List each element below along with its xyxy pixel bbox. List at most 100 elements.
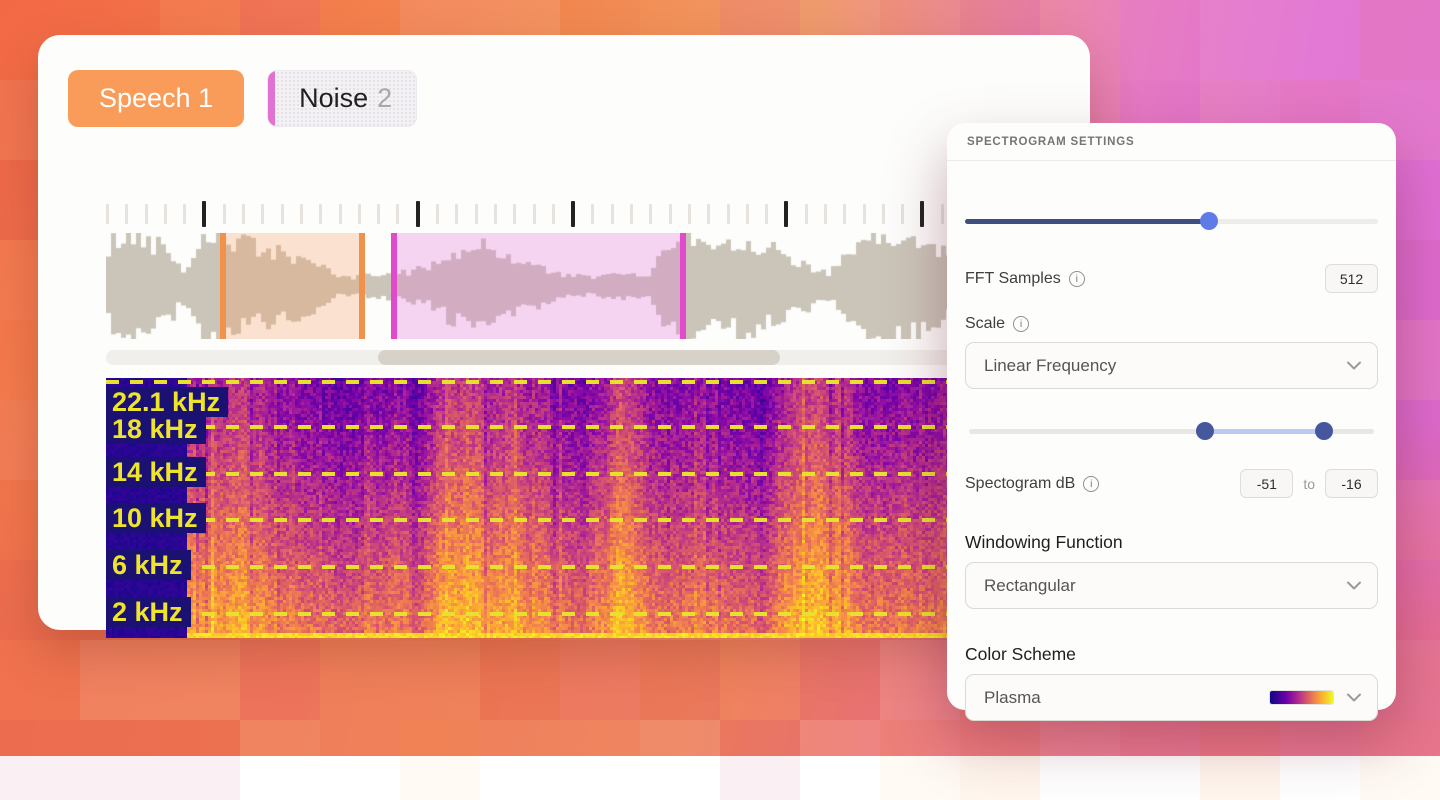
ruler-tick-minor — [319, 204, 322, 224]
audio-editor-card: Speech 1 Noise 2 22.1 kHz 18 kHz 14 kHz … — [38, 35, 1090, 630]
freq-dashline-22 — [106, 380, 983, 384]
db-range-handle-high[interactable] — [1315, 422, 1333, 440]
ruler-tick-minor — [765, 204, 768, 224]
ruler-tick-minor — [649, 204, 652, 224]
windowing-dropdown-value: Rectangular — [984, 576, 1347, 596]
ruler-tick-minor — [436, 204, 439, 224]
waveform-scrollbar-thumb[interactable] — [378, 350, 780, 365]
ruler-tick-minor — [513, 204, 516, 224]
chevron-down-icon — [1347, 693, 1361, 702]
ruler-tick-minor — [125, 204, 128, 224]
freq-dashline-10 — [106, 518, 983, 522]
scale-dropdown[interactable]: Linear Frequency — [965, 342, 1378, 389]
speech-chip-text: Speech 1 — [99, 83, 213, 114]
ruler-tick-minor — [475, 204, 478, 224]
fft-samples-row: FFT Samples i 512 — [965, 264, 1378, 293]
ruler-tick-minor — [223, 204, 226, 224]
chevron-down-icon — [1347, 581, 1361, 590]
freq-label-18khz: 18 kHz — [106, 414, 206, 444]
speech-region-overlay[interactable] — [220, 233, 365, 339]
ruler-tick-minor — [669, 204, 672, 224]
ruler-tick-minor — [455, 204, 458, 224]
freq-label-10khz: 10 kHz — [106, 503, 206, 533]
spectrogram-db-label: Spectogram dB i — [965, 475, 1099, 493]
ruler-tick-minor — [164, 204, 167, 224]
fft-samples-value[interactable]: 512 — [1325, 264, 1378, 293]
panel-body: FFT Samples i 512 Scale i Linear Frequen… — [947, 212, 1396, 721]
db-max-input[interactable]: -16 — [1325, 469, 1378, 498]
chevron-down-icon — [1347, 361, 1361, 370]
freq-dashline-6 — [106, 565, 983, 569]
ruler-tick-minor — [727, 204, 730, 224]
ruler-tick-minor — [358, 204, 361, 224]
spectrogram-db-row: Spectogram dB i -51 to -16 — [965, 469, 1378, 498]
scale-info-icon[interactable]: i — [1013, 316, 1029, 332]
zoom-slider-handle[interactable] — [1200, 212, 1218, 230]
ruler-tick-minor — [183, 204, 186, 224]
spectrogram-canvas — [106, 378, 983, 638]
ruler-tick-minor — [843, 204, 846, 224]
windowing-function-dropdown[interactable]: Rectangular — [965, 562, 1378, 609]
freq-dashline-2 — [106, 612, 983, 616]
scale-dropdown-value: Linear Frequency — [984, 356, 1347, 376]
plasma-gradient-swatch — [1270, 691, 1333, 704]
speech-label-chip[interactable]: Speech 1 — [68, 70, 244, 127]
ruler-tick-minor — [106, 204, 109, 224]
noise-region-overlay[interactable] — [391, 233, 686, 339]
ruler-tick-minor — [533, 204, 536, 224]
zoom-slider[interactable] — [965, 212, 1378, 230]
db-inputs: -51 to -16 — [1240, 469, 1378, 498]
ruler-tick-minor — [377, 204, 380, 224]
ruler-tick-major — [571, 201, 575, 227]
ruler-tick-minor — [281, 204, 284, 224]
fft-info-icon[interactable]: i — [1069, 271, 1085, 287]
ruler-tick-minor — [863, 204, 866, 224]
waveform-scrollbar-track[interactable] — [106, 350, 983, 365]
freq-label-14khz: 14 kHz — [106, 457, 206, 487]
db-range-active — [1205, 429, 1325, 434]
ruler-tick-minor — [591, 204, 594, 224]
ruler-tick-minor — [494, 204, 497, 224]
db-min-input[interactable]: -51 — [1240, 469, 1293, 498]
ruler-tick-minor — [145, 204, 148, 224]
ruler-tick-minor — [882, 204, 885, 224]
ruler-tick-major — [202, 201, 206, 227]
scale-label: Scale i — [965, 315, 1378, 333]
ruler-tick-minor — [630, 204, 633, 224]
freq-label-6khz: 6 kHz — [106, 550, 191, 580]
ruler-tick-minor — [688, 204, 691, 224]
noise-label-chip[interactable]: Noise 2 — [267, 70, 417, 127]
ruler-tick-minor — [805, 204, 808, 224]
ruler-tick-minor — [707, 204, 710, 224]
db-range-slider[interactable] — [965, 422, 1378, 440]
ruler-tick-minor — [552, 204, 555, 224]
noise-chip-text: Noise — [299, 83, 368, 114]
timeline-ruler[interactable] — [106, 201, 983, 227]
spectrogram-area: 22.1 kHz 18 kHz 14 kHz 10 kHz 6 kHz 2 kH… — [106, 378, 983, 638]
color-scheme-dropdown-value: Plasma — [984, 688, 1270, 708]
spectrogram-settings-panel: SPECTROGRAM SETTINGS FFT Samples i 512 S… — [947, 123, 1396, 710]
color-scheme-dropdown[interactable]: Plasma — [965, 674, 1378, 721]
ruler-tick-major — [416, 201, 420, 227]
freq-label-2khz: 2 kHz — [106, 597, 191, 627]
fft-samples-label: FFT Samples i — [965, 270, 1085, 288]
zoom-slider-fill — [965, 219, 1209, 224]
ruler-tick-minor — [941, 204, 944, 224]
ruler-tick-minor — [300, 204, 303, 224]
freq-dashline-18 — [106, 425, 983, 429]
freq-label-22khz: 22.1 kHz — [106, 387, 228, 417]
windowing-function-label: Windowing Function — [965, 532, 1378, 553]
ruler-tick-major — [920, 201, 924, 227]
waveform-area[interactable] — [106, 233, 983, 339]
db-info-icon[interactable]: i — [1083, 476, 1099, 492]
ruler-tick-minor — [611, 204, 614, 224]
ruler-tick-major — [784, 201, 788, 227]
db-range-handle-low[interactable] — [1196, 422, 1214, 440]
label-chip-row: Speech 1 Noise 2 — [68, 70, 417, 127]
ruler-tick-minor — [396, 204, 399, 224]
ruler-tick-minor — [339, 204, 342, 224]
ruler-tick-minor — [242, 204, 245, 224]
ruler-tick-minor — [746, 204, 749, 224]
noise-chip-count: 2 — [377, 83, 392, 114]
panel-header: SPECTROGRAM SETTINGS — [947, 123, 1396, 161]
